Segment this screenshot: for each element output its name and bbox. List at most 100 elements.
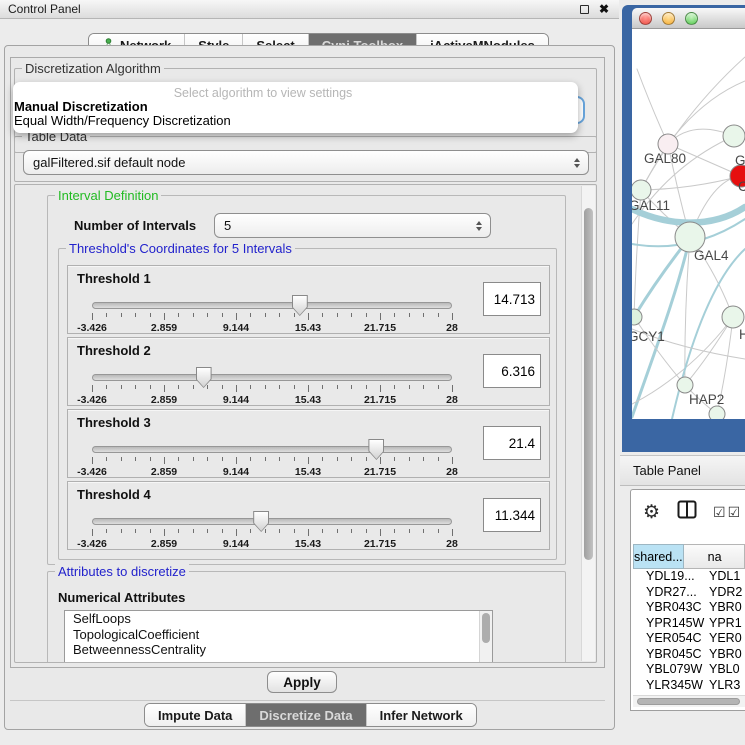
slider-track[interactable]	[92, 302, 452, 309]
node-label: H	[739, 327, 745, 342]
column-header-shared-name[interactable]: shared...	[633, 544, 684, 569]
scrollbar-thumb[interactable]	[637, 698, 740, 705]
list-item[interactable]: BetweennessCentrality	[65, 642, 492, 658]
float-panel-icon[interactable]	[580, 5, 589, 14]
slider-thumb[interactable]	[196, 367, 212, 388]
network-edge[interactable]	[641, 57, 745, 190]
slider-tick	[409, 313, 410, 317]
list-scrollbar[interactable]	[479, 611, 492, 663]
table-row[interactable]: YPR145WYPR1	[633, 616, 745, 632]
table-horizontal-scrollbar[interactable]	[633, 695, 745, 707]
scrollbar-thumb[interactable]	[584, 208, 593, 560]
split-table-icon[interactable]	[677, 500, 697, 524]
threshold-slider[interactable]: -3.4262.8599.14415.4321.71528	[92, 438, 452, 478]
table-row[interactable]: YDL19...YDL1	[633, 569, 745, 585]
table-data-combobox[interactable]: galFiltered.sif default node	[23, 150, 589, 175]
table-data-value: galFiltered.sif default node	[33, 155, 185, 170]
threshold-value-field[interactable]	[483, 498, 541, 532]
table-row[interactable]: YBR043CYBR0	[633, 600, 745, 616]
network-node[interactable]	[709, 406, 725, 419]
group-title: Threshold's Coordinates for 5 Intervals	[66, 241, 295, 256]
threshold-slider[interactable]: -3.4262.8599.14415.4321.71528	[92, 366, 452, 406]
slider-tick	[366, 457, 367, 461]
slider-tick	[178, 385, 179, 389]
threshold-value-field[interactable]	[483, 426, 541, 460]
slider-tick	[106, 313, 107, 317]
slider-track[interactable]	[92, 446, 452, 453]
table-row[interactable]: YDR27...YDR2	[633, 585, 745, 601]
group-title: Discretization Algorithm	[22, 61, 164, 76]
network-edge[interactable]	[637, 69, 668, 144]
network-node[interactable]	[677, 377, 693, 393]
network-node[interactable]	[722, 306, 744, 328]
slider-thumb[interactable]	[253, 511, 269, 532]
network-node[interactable]	[632, 309, 642, 325]
table-row[interactable]: YLR345WYLR3	[633, 678, 745, 694]
network-edge[interactable]	[685, 317, 733, 385]
algorithm-option[interactable]: Equal Width/Frequency Discretization	[13, 114, 578, 128]
slider-tick	[380, 529, 381, 536]
network-graph: GAL80GACGAL11GAL4GCY1HHAP2	[632, 29, 745, 419]
settings-vertical-scrollbar[interactable]	[581, 186, 595, 661]
tab-infer-network[interactable]: Infer Network	[366, 704, 476, 726]
list-item[interactable]: TopologicalCoefficient	[65, 627, 492, 643]
slider-track[interactable]	[92, 374, 452, 381]
traffic-light-zoom-icon[interactable]	[685, 12, 698, 25]
table-row[interactable]: YBL079WYBL0	[633, 662, 745, 678]
algorithm-dropdown-popup: Select algorithm to view settings Manual…	[13, 82, 578, 133]
slider-tick-label: 15.43	[295, 394, 321, 406]
cell-name: YDR2	[702, 585, 742, 601]
apply-button[interactable]: Apply	[267, 671, 337, 693]
threshold-slider[interactable]: -3.4262.8599.14415.4321.71528	[92, 510, 452, 550]
table-row[interactable]: YER054CYER0	[633, 631, 745, 647]
checkbox-icon[interactable]: ☑	[713, 504, 726, 521]
slider-tick	[308, 457, 309, 464]
slider-tick	[380, 457, 381, 464]
traffic-light-close-icon[interactable]	[639, 12, 652, 25]
network-node[interactable]	[723, 125, 745, 147]
gear-icon[interactable]: ⚙	[643, 501, 660, 524]
dropdown-hint: Select algorithm to view settings	[13, 82, 513, 100]
algorithm-option[interactable]: Manual Discretization	[13, 100, 578, 114]
slider-tick-label: 21.715	[364, 394, 396, 406]
slider-tick	[150, 529, 151, 533]
number-of-intervals-combobox[interactable]: 5	[214, 213, 491, 238]
network-node[interactable]	[632, 180, 651, 200]
slider-tick	[121, 529, 122, 533]
network-edge[interactable]	[641, 176, 741, 190]
tab-label: Infer Network	[380, 708, 463, 723]
scrollbar-thumb[interactable]	[482, 613, 490, 643]
slider-tick	[452, 457, 453, 464]
slider-tick	[250, 457, 251, 461]
table-panel-body: ⚙ ☑ ☑ shared... na YDL19...YDL1YDR27...Y…	[630, 489, 745, 711]
checkbox-icon[interactable]: ☑	[728, 504, 741, 521]
tab-impute-data[interactable]: Impute Data	[145, 704, 245, 726]
slider-track[interactable]	[92, 518, 452, 525]
slider-tick	[150, 457, 151, 461]
settings-scroll-pane: Interval Definition Number of Intervals …	[14, 184, 597, 663]
slider-tick	[106, 385, 107, 389]
threshold-value-field[interactable]	[483, 354, 541, 388]
numerical-attributes-list[interactable]: SelfLoopsTopologicalCoefficientBetweenne…	[64, 610, 493, 663]
interval-definition-group: Interval Definition Number of Intervals …	[47, 195, 566, 565]
slider-tick	[121, 457, 122, 461]
tab-discretize-data[interactable]: Discretize Data	[245, 704, 365, 726]
slider-thumb[interactable]	[368, 439, 384, 460]
node-label: GCY1	[632, 329, 665, 344]
threshold-slider[interactable]: -3.4262.8599.14415.4321.71528	[92, 294, 452, 334]
threshold-value-field[interactable]	[483, 282, 541, 316]
slider-tick	[394, 457, 395, 461]
close-icon[interactable]: ✖	[599, 2, 609, 16]
slider-tick	[452, 529, 453, 536]
slider-thumb-face	[197, 368, 211, 387]
slider-tick-label: 21.715	[364, 538, 396, 550]
list-item[interactable]: SelfLoops	[65, 611, 492, 627]
slider-tick	[207, 385, 208, 389]
column-header-name[interactable]: na	[684, 544, 745, 569]
node-label: C	[738, 179, 745, 194]
spinner-up-icon	[574, 158, 580, 162]
traffic-light-minimize-icon[interactable]	[662, 12, 675, 25]
table-row[interactable]: YBR045CYBR0	[633, 647, 745, 663]
cell-shared-name: YBR045C	[633, 647, 702, 663]
network-canvas[interactable]: GAL80GACGAL11GAL4GCY1HHAP2	[632, 29, 745, 419]
